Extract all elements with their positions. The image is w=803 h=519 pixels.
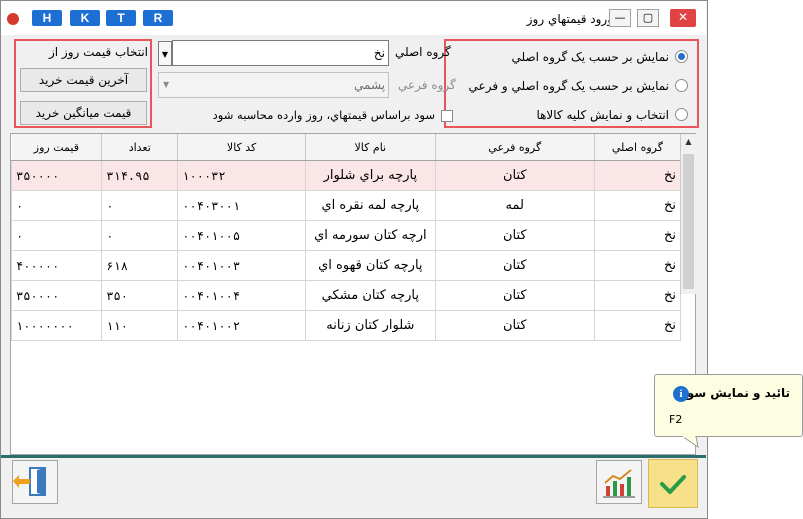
cell-sub-group[interactable]: کتان (434, 310, 595, 341)
cell-item-code[interactable]: ۰۰۴۰۳۰۰۱ (177, 190, 306, 221)
cell-main-group[interactable]: نخ (593, 310, 682, 341)
cell-sub-group[interactable]: کتان (434, 220, 595, 251)
cell-quantity[interactable]: ۳۵۰ (101, 280, 179, 311)
price-source-heading: انتخاب قيمت روز از (48, 45, 148, 59)
close-button[interactable]: ✕ (670, 9, 696, 27)
column-header[interactable]: نام کالا (305, 134, 436, 161)
k-button[interactable]: K (70, 10, 100, 26)
sub-group-value: پشمي (354, 78, 385, 92)
column-header[interactable]: قيمت روز (11, 134, 103, 161)
last-purchase-price-button[interactable]: آخرين قيمت خريد (20, 68, 147, 92)
tooltip-shortcut: F2 (669, 413, 683, 426)
option-label: انتخاب و نمايش کليه کالاها (536, 107, 669, 122)
chart-button[interactable] (596, 460, 642, 504)
cell-item-name[interactable]: ارچه کتان سورمه اي (304, 220, 436, 251)
cell-item-code[interactable]: ۰۰۴۰۱۰۰۴ (177, 280, 306, 311)
items-table: گروه اصلي گروه فرعي نام کالا کد کالا تعد… (11, 134, 682, 341)
footer-divider (1, 455, 706, 458)
column-header[interactable]: گروه اصلي (594, 134, 682, 161)
option-all-items[interactable]: انتخاب و نمايش کليه کالاها (536, 107, 688, 125)
main-group-field[interactable]: نخ (172, 40, 389, 66)
vertical-scrollbar[interactable]: ▲ (680, 134, 696, 294)
radio-button[interactable] (675, 50, 688, 63)
cell-main-group[interactable]: نخ (593, 220, 682, 251)
cell-item-code[interactable]: ۰۰۴۰۱۰۰۵ (177, 220, 306, 251)
column-header[interactable]: کد کالا (177, 134, 306, 161)
profit-checkbox-label: سود براساس قيمتهاي، روز وارده محاسبه شود (212, 108, 435, 122)
cell-item-name[interactable]: پارچه لمه نقره اي (304, 190, 436, 221)
cell-quantity[interactable]: ۰ (101, 220, 179, 251)
confirm-tooltip: تائيد و نمايش سود i F2 (654, 374, 803, 437)
main-group-label: گروه اصلي (395, 45, 451, 59)
sub-group-label: گروه فرعي (398, 78, 456, 92)
option-label: نمايش بر حسب يک گروه اصلي و فرعي (468, 78, 669, 93)
cell-quantity[interactable]: ۰ (101, 190, 179, 221)
cell-item-name[interactable]: پارچه براي شلوار (304, 160, 436, 191)
option-main-sub-group[interactable]: نمايش بر حسب يک گروه اصلي و فرعي (469, 78, 688, 96)
h-button[interactable]: H (32, 10, 62, 26)
minimize-button[interactable]: — (609, 9, 631, 27)
checkmark-icon (660, 475, 686, 494)
r-button[interactable]: R (143, 10, 173, 26)
average-purchase-price-button[interactable]: قيمت ميانگين خريد (20, 101, 147, 125)
dropdown-chevron-icon[interactable]: ▼ (158, 41, 172, 66)
app-icon (7, 13, 19, 25)
info-icon: i (673, 386, 689, 402)
cell-main-group[interactable]: نخ (593, 280, 682, 311)
items-grid[interactable]: گروه اصلي گروه فرعي نام کالا کد کالا تعد… (10, 133, 696, 455)
cell-item-name[interactable]: پارچه کتان قهوه اي (304, 250, 436, 281)
cell-main-group[interactable]: نخ (593, 250, 682, 281)
cell-quantity[interactable]: ۶۱۸ (101, 250, 179, 281)
cell-main-group[interactable]: نخ (593, 160, 682, 191)
t-button[interactable]: T (106, 10, 136, 26)
table-header-row: گروه اصلي گروه فرعي نام کالا کد کالا تعد… (11, 134, 682, 161)
cell-item-code[interactable]: ۰۰۴۰۱۰۰۳ (177, 250, 306, 281)
cell-quantity[interactable]: ۳۱۴.۹۵ (101, 160, 179, 191)
cell-daily-price[interactable]: ۴۰۰۰۰۰ (11, 250, 103, 281)
cell-item-code[interactable]: ۱۰۰۰۳۲ (177, 160, 306, 191)
table-row[interactable]: نخ کتان پارچه کتان مشکي ۰۰۴۰۱۰۰۴ ۳۵۰ ۳۵۰… (11, 280, 682, 311)
option-label: نمايش بر حسب يک گروه اصلي (511, 49, 669, 64)
cell-main-group[interactable]: نخ (593, 190, 682, 221)
table-row[interactable]: نخ کتان ارچه کتان سورمه اي ۰۰۴۰۱۰۰۵ ۰ ۰ (11, 220, 682, 251)
window-title: ورود قيمتهاي روز (526, 12, 613, 26)
profit-checkbox[interactable] (441, 110, 453, 122)
sub-group-field[interactable]: پشمي ▼ (158, 72, 389, 98)
table-row[interactable]: نخ کتان پارچه براي شلوار ۱۰۰۰۳۲ ۳۱۴.۹۵ ۳… (11, 160, 682, 191)
chart-icon (603, 469, 635, 498)
confirm-button[interactable] (648, 459, 698, 508)
exit-door-icon (13, 467, 46, 496)
table-row[interactable]: نخ کتان شلوار کتان زنانه ۰۰۴۰۱۰۰۲ ۱۱۰ ۱۰… (11, 310, 682, 341)
cell-item-name[interactable]: شلوار کتان زنانه (304, 310, 436, 341)
radio-button[interactable] (675, 108, 688, 121)
cell-item-name[interactable]: پارچه کتان مشکي (304, 280, 436, 311)
column-header[interactable]: تعداد (101, 134, 179, 161)
table-row[interactable]: نخ لمه پارچه لمه نقره اي ۰۰۴۰۳۰۰۱ ۰ ۰ (11, 190, 682, 221)
cell-daily-price[interactable]: ۳۵۰۰۰۰ (11, 160, 103, 191)
column-header[interactable]: گروه فرعي (435, 134, 595, 161)
cell-item-code[interactable]: ۰۰۴۰۱۰۰۲ (177, 310, 306, 341)
scroll-thumb[interactable] (683, 154, 694, 289)
tooltip-pointer (682, 436, 699, 448)
scroll-up-icon[interactable]: ▲ (681, 134, 696, 150)
cell-sub-group[interactable]: کتان (434, 280, 595, 311)
cell-quantity[interactable]: ۱۱۰ (101, 310, 179, 341)
cell-sub-group[interactable]: لمه (434, 190, 595, 221)
cell-daily-price[interactable]: ۰ (11, 220, 103, 251)
dropdown-chevron-icon: ▼ (163, 80, 170, 89)
maximize-button[interactable]: ▢ (637, 9, 659, 27)
main-group-value: نخ (373, 46, 385, 60)
table-row[interactable]: نخ کتان پارچه کتان قهوه اي ۰۰۴۰۱۰۰۳ ۶۱۸ … (11, 250, 682, 281)
exit-button[interactable] (12, 460, 58, 504)
radio-button[interactable] (675, 79, 688, 92)
tooltip-title: تائيد و نمايش سود (680, 386, 790, 400)
cell-daily-price[interactable]: ۳۵۰۰۰۰ (11, 280, 103, 311)
cell-sub-group[interactable]: کتان (434, 250, 595, 281)
cell-daily-price[interactable]: ۱۰۰۰۰۰۰۰ (11, 310, 103, 341)
cell-sub-group[interactable]: کتان (434, 160, 595, 191)
option-main-group[interactable]: نمايش بر حسب يک گروه اصلي (511, 49, 688, 67)
cell-daily-price[interactable]: ۰ (11, 190, 103, 221)
